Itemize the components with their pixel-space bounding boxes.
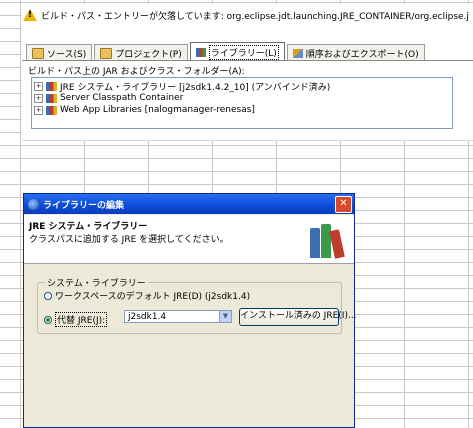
tree-item-label: JRE システム・ライブラリー [j2sdk1.4.2_10] (アンバインド済… [60, 82, 331, 93]
radio-label: 代替 JRE(J): [55, 312, 108, 327]
dialog-header: JRE システム・ライブラリー クラスパスに追加する JRE を選択してください… [24, 215, 354, 264]
chevron-down-icon[interactable]: ▼ [219, 311, 231, 322]
installed-jres-button[interactable]: インストール済みの JRE(I)... [239, 308, 357, 326]
radio-workspace-default[interactable] [44, 291, 52, 300]
close-button[interactable]: ✕ [335, 196, 352, 213]
tab-label: ソース(S) [47, 49, 87, 60]
warning-bar: ビルド・パス・エントリーが欠落しています: org.eclipse.jdt.la… [22, 4, 473, 26]
tab-divider [22, 60, 473, 61]
alternate-jre-option[interactable]: 代替 JRE(J): [44, 312, 108, 327]
header-title: JRE システム・ライブラリー [29, 222, 148, 232]
order-export-icon [292, 48, 303, 58]
tab-label: 順序およびエクスポート(O) [305, 49, 419, 60]
tab-source[interactable]: ソース(S) [26, 44, 93, 61]
path-label: ビルド・パス上の JAR およびクラス・フォルダー(A): [28, 67, 245, 77]
tab-projects[interactable]: プロジェクト(P) [94, 44, 188, 61]
tab-label: プロジェクト(P) [115, 49, 182, 60]
workspace-default-jre-option[interactable]: ワークスペースのデフォルト JRE(D) (j2sdk1.4) [44, 289, 250, 302]
folder-icon [32, 47, 44, 59]
tree-item-label: Web App Libraries [nalogmanager-renesas] [60, 105, 255, 115]
library-icon [46, 81, 57, 91]
library-books-icon [308, 220, 348, 259]
tree-item-label: Server Classpath Container [60, 93, 184, 103]
tab-order-export[interactable]: 順序およびエクスポート(O) [286, 44, 425, 61]
tab-libraries[interactable]: ライブラリー(L) [189, 42, 285, 61]
dialog-title: ライブラリーの編集 [43, 200, 125, 211]
expand-icon[interactable]: + [34, 105, 43, 115]
system-library-group: システム・ライブラリー ワークスペースのデフォルト JRE(D) (j2sdk1… [37, 276, 357, 334]
warning-text: ビルド・パス・エントリーが欠落しています: org.eclipse.jdt.la… [41, 11, 469, 22]
library-icon [195, 47, 206, 57]
radio-label: ワークスペースのデフォルト JRE(D) (j2sdk1.4) [55, 292, 251, 302]
warning-icon [23, 9, 37, 21]
eclipse-icon [28, 198, 39, 210]
group-label: システム・ライブラリー [45, 276, 148, 289]
tree-item-server-classpath[interactable]: + Server Classpath Container [32, 92, 452, 104]
jre-select[interactable]: j2sdk1.4 ▼ [124, 310, 232, 323]
library-icon [46, 105, 57, 115]
expand-icon[interactable]: + [34, 81, 43, 91]
tab-strip: ソース(S) プロジェクト(P) ライブラリー(L) 順序およびエクスポート(O… [26, 42, 425, 61]
tree-item-jre[interactable]: + JRE システム・ライブラリー [j2sdk1.4.2_10] (アンバイン… [32, 80, 452, 93]
radio-alternate-jre[interactable] [44, 315, 52, 324]
folder-icon [100, 47, 113, 59]
tab-label: ライブラリー(L) [208, 44, 279, 60]
jre-select-value: j2sdk1.4 [128, 312, 167, 322]
library-tree[interactable]: + JRE システム・ライブラリー [j2sdk1.4.2_10] (アンバイン… [31, 77, 453, 129]
expand-icon[interactable]: + [34, 93, 43, 103]
library-icon [46, 93, 57, 103]
edit-library-dialog: ライブラリーの編集 ✕ JRE システム・ライブラリー クラスパスに追加する J… [23, 193, 357, 428]
header-description: クラスパスに追加する JRE を選択してください。 [29, 235, 229, 245]
tree-item-web-app-libraries[interactable]: + Web App Libraries [nalogmanager-renesa… [32, 104, 452, 116]
build-path-panel: ビルド・パス・エントリーが欠落しています: org.eclipse.jdt.la… [22, 4, 473, 141]
dialog-titlebar[interactable]: ライブラリーの編集 [24, 194, 354, 214]
